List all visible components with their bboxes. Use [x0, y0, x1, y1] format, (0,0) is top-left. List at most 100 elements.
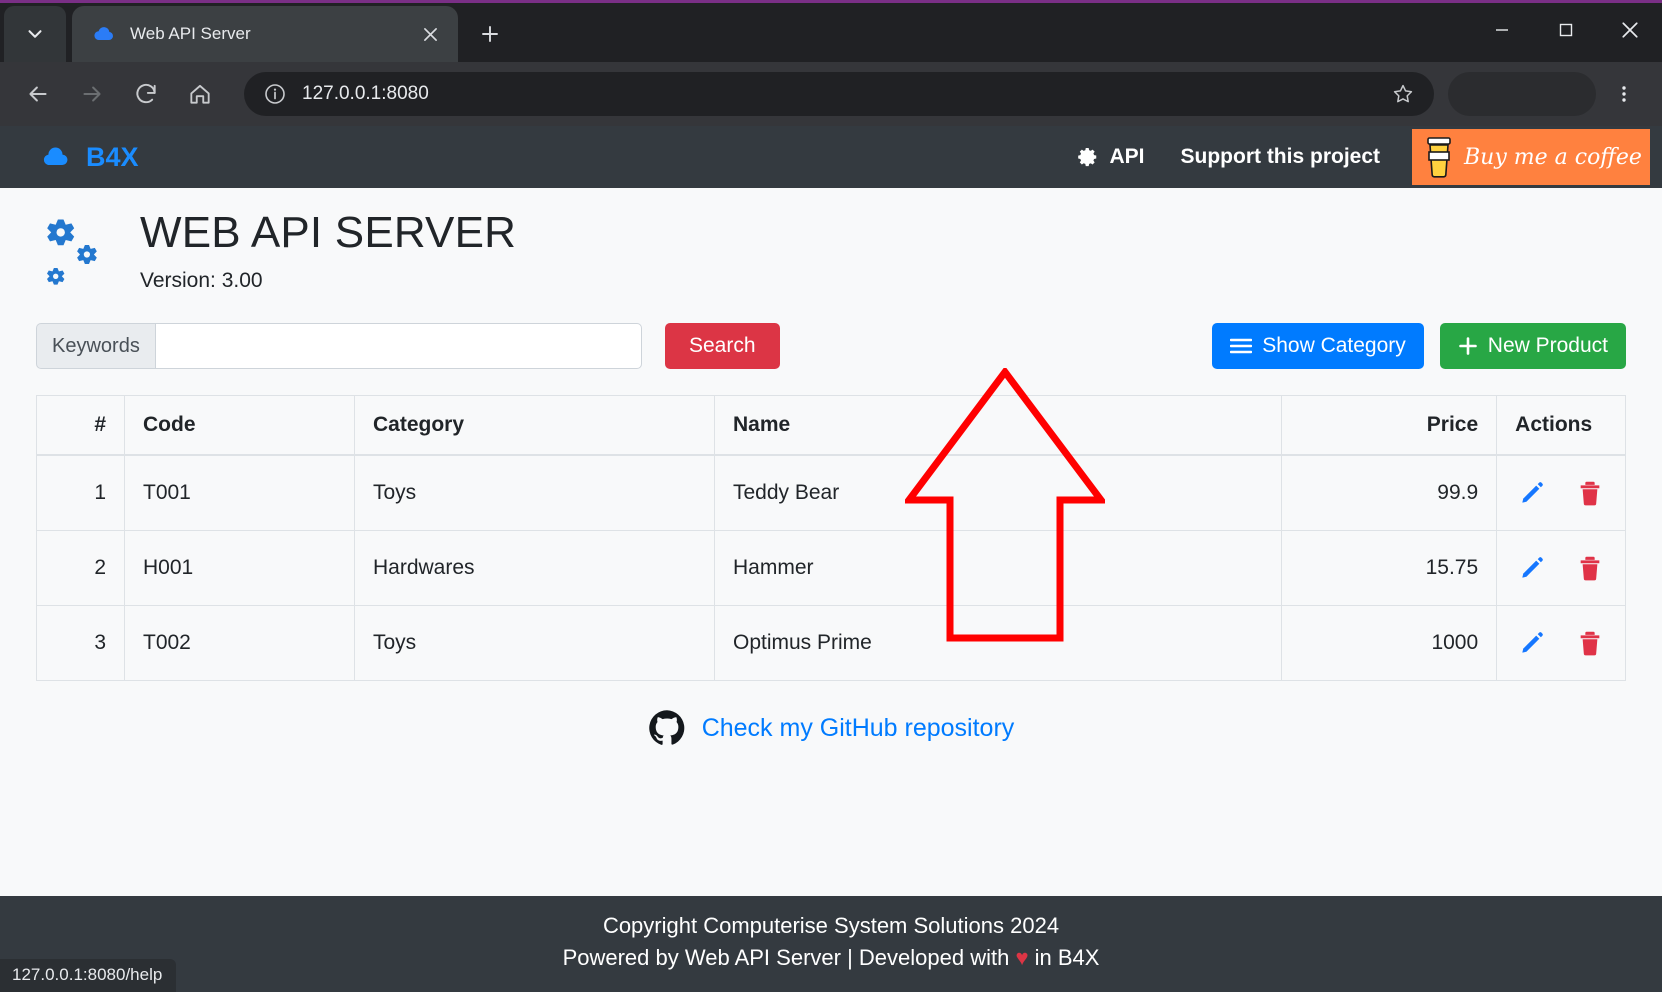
reload-icon: [136, 83, 156, 104]
window-close-button[interactable]: [1598, 3, 1662, 57]
plus-icon: [1458, 336, 1478, 356]
buy-me-a-coffee-button[interactable]: Buy me a coffee: [1412, 129, 1650, 185]
bookmark-star-icon[interactable]: [1388, 79, 1418, 109]
search-group: Keywords: [36, 323, 642, 369]
products-table-body: 1 T001 Toys Teddy Bear 99.9 2 H001 Hardw…: [36, 454, 1626, 681]
page-header-text: WEB API SERVER Version: 3.00: [140, 209, 516, 293]
column-header-name: Name: [713, 395, 1283, 456]
cell-actions: [1496, 605, 1626, 681]
window-controls: [1470, 3, 1662, 57]
trash-icon: [1580, 481, 1600, 506]
products-table: # Code Category Name Price Actions 1 T00…: [36, 395, 1626, 681]
back-button[interactable]: [16, 72, 60, 116]
trash-icon: [1580, 631, 1600, 656]
navbar-links: API Support this project Buy me a coffee: [1059, 126, 1662, 188]
browser-toolbar: 127.0.0.1:8080: [0, 62, 1662, 126]
column-header-actions: Actions: [1496, 395, 1626, 456]
brand-label: B4X: [86, 141, 139, 172]
plus-icon: [482, 26, 498, 42]
delete-button[interactable]: [1573, 626, 1607, 660]
cell-num: 2: [36, 530, 125, 606]
cell-price: 1000: [1281, 605, 1498, 681]
new-tab-button[interactable]: [466, 10, 514, 58]
column-header-price: Price: [1281, 395, 1498, 456]
hamburger-icon: [1230, 337, 1253, 355]
show-category-button[interactable]: Show Category: [1212, 323, 1424, 369]
table-header-row: # Code Category Name Price Actions: [36, 395, 1626, 456]
edit-button[interactable]: [1515, 626, 1549, 660]
footer-powered-suffix: in B4X: [1028, 945, 1100, 971]
tab-title: Web API Server: [130, 24, 251, 43]
search-button[interactable]: Search: [665, 323, 780, 369]
profile-pill[interactable]: [1448, 72, 1596, 116]
show-category-label: Show Category: [1262, 334, 1406, 357]
edit-button[interactable]: [1515, 551, 1549, 585]
maximize-button[interactable]: [1534, 3, 1598, 57]
reload-button[interactable]: [124, 72, 168, 116]
products-table-head: # Code Category Name Price Actions: [36, 395, 1626, 456]
table-row[interactable]: 2 H001 Hardwares Hammer 15.75: [36, 530, 1626, 606]
footer-powered-prefix: Powered by Web API Server | Developed wi…: [562, 945, 1016, 971]
back-arrow-icon: [29, 86, 47, 102]
delete-button[interactable]: [1573, 551, 1607, 585]
github-link[interactable]: Check my GitHub repository: [702, 714, 1015, 743]
github-row: Check my GitHub repository: [36, 709, 1626, 747]
cell-price: 15.75: [1281, 530, 1498, 606]
footer-copyright: Copyright Computerise System Solutions 2…: [602, 913, 1060, 939]
nav-link-support-label: Support this project: [1180, 145, 1381, 168]
column-header-category: Category: [354, 395, 715, 456]
coffee-button-label: Buy me a coffee: [1464, 144, 1642, 170]
search-input[interactable]: [154, 323, 642, 369]
cell-price: 99.9: [1281, 454, 1498, 531]
forward-arrow-icon: [83, 86, 101, 102]
new-product-label: New Product: [1487, 334, 1608, 357]
cloud-icon: [40, 145, 70, 169]
column-header-code: Code: [124, 395, 355, 456]
info-circle-icon[interactable]: [260, 79, 290, 109]
new-product-button[interactable]: New Product: [1439, 323, 1626, 369]
coffee-cup-icon: [1422, 135, 1456, 179]
kebab-menu-icon: [1622, 86, 1626, 102]
nav-link-api[interactable]: API: [1059, 145, 1162, 169]
cell-category: Hardwares: [354, 530, 715, 606]
cell-num: 1: [36, 454, 125, 531]
nav-link-support[interactable]: Support this project: [1163, 145, 1399, 169]
page-viewport: B4X API Support this project Buy me a co…: [0, 126, 1662, 992]
minimize-button[interactable]: [1470, 3, 1534, 57]
table-row[interactable]: 1 T001 Toys Teddy Bear 99.9: [36, 454, 1626, 531]
site-footer: Copyright Computerise System Solutions 2…: [0, 896, 1662, 992]
search-label: Keywords: [36, 323, 155, 369]
cell-name: Optimus Prime: [713, 605, 1283, 681]
delete-button[interactable]: [1573, 476, 1607, 510]
address-bar-url: 127.0.0.1:8080: [302, 83, 429, 104]
forward-button[interactable]: [70, 72, 114, 116]
home-button[interactable]: [178, 72, 222, 116]
cell-code: T002: [124, 605, 355, 681]
address-bar[interactable]: 127.0.0.1:8080: [244, 72, 1434, 116]
brand-link[interactable]: B4X: [40, 142, 139, 173]
browser-tab[interactable]: Web API Server: [72, 6, 458, 62]
cell-name: Hammer: [713, 530, 1283, 606]
pencil-icon: [1522, 557, 1543, 578]
pencil-icon: [1522, 482, 1543, 503]
tab-list-button[interactable]: [4, 6, 66, 62]
table-row[interactable]: 3 T002 Toys Optimus Prime 1000: [36, 605, 1626, 681]
site-navbar: B4X API Support this project Buy me a co…: [0, 126, 1662, 188]
gears-icon: [36, 210, 114, 303]
browser-menu-button[interactable]: [1602, 72, 1646, 116]
footer-powered: Powered by Web API Server | Developed wi…: [0, 942, 1662, 974]
column-header-num: #: [36, 395, 125, 456]
edit-button[interactable]: [1515, 476, 1549, 510]
github-icon: [648, 709, 686, 747]
chevron-down-icon: [28, 30, 42, 38]
page-content: WEB API SERVER Version: 3.00 Keywords Se…: [0, 188, 1662, 896]
cell-num: 3: [36, 605, 125, 681]
cell-category: Toys: [354, 605, 715, 681]
cell-category: Toys: [354, 454, 715, 531]
cloud-icon: [92, 22, 116, 46]
trash-icon: [1580, 556, 1600, 581]
gear-icon: [1077, 146, 1099, 168]
page-version: Version: 3.00: [140, 269, 263, 293]
cell-actions: [1496, 454, 1626, 531]
tab-close-button[interactable]: [416, 20, 444, 48]
